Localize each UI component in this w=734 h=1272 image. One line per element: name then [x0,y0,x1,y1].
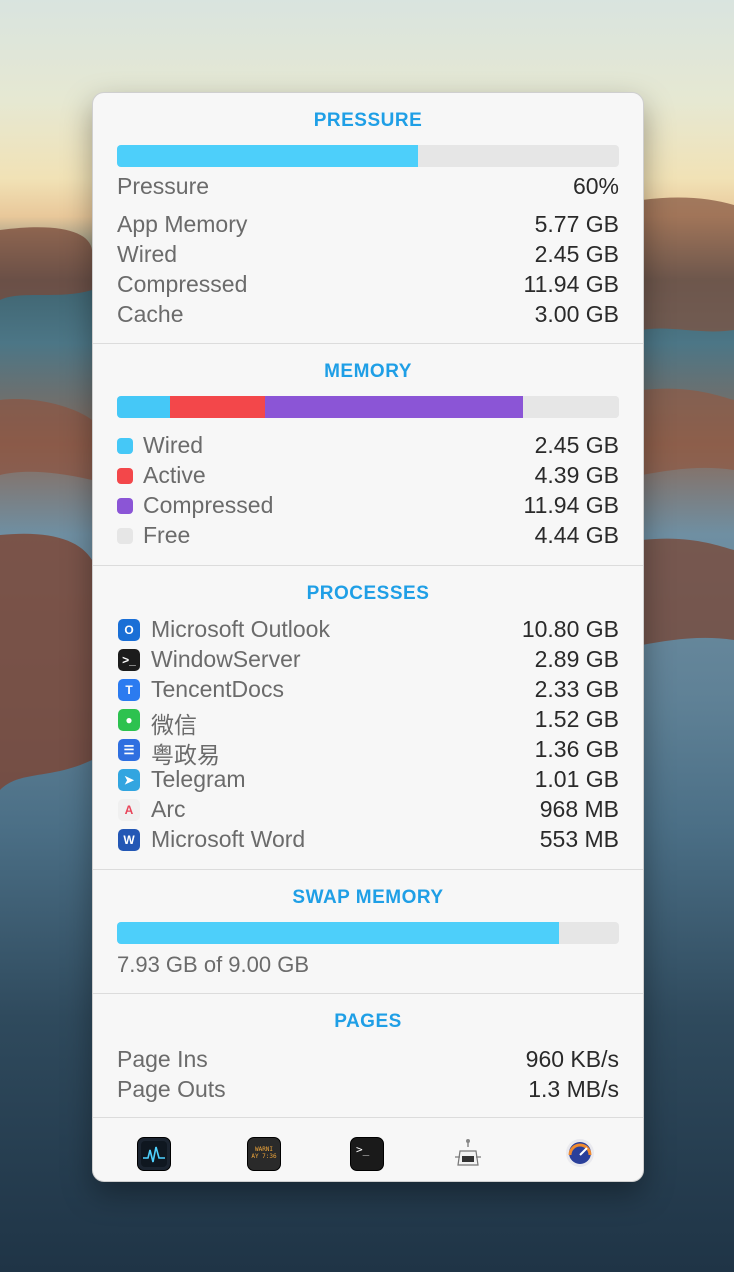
wired-value: 2.45 GB [534,241,619,267]
cache-row: Cache 3.00 GB [117,301,619,331]
page-outs-row: Page Outs 1.3 MB/s [117,1076,619,1106]
legend-value: 11.94 GB [523,492,619,518]
process-row[interactable]: ● 微信 1.52 GB [117,706,619,738]
swap-section: SWAP MEMORY 7.93 GB of 9.00 GB [93,870,643,994]
legend-label: Wired [143,432,204,458]
cache-label: Cache [117,301,184,327]
memory-title: MEMORY [324,361,412,382]
process-memory: 1.52 GB [534,706,619,732]
legend-label: Active [143,462,206,488]
wired-row: Wired 2.45 GB [117,241,619,271]
legend-value: 4.44 GB [534,522,619,548]
process-name: Telegram [151,766,246,792]
process-name: Arc [151,796,186,822]
process-name: TencentDocs [151,676,284,702]
process-memory: 2.33 GB [534,676,619,702]
legend-label: Compressed [143,492,274,518]
swap-bar-fill [117,922,560,944]
terminal-icon[interactable]: >_ [350,1137,384,1171]
pressure-section: PRESSURE Pressure 60% App Memory 5.77 GB… [93,93,643,344]
page-outs-value: 1.3 MB/s [528,1076,619,1102]
memory-section: MEMORY Wired 2.45 GB Active 4.39 GB Comp… [93,344,643,566]
pages-section: PAGES Page Ins 960 KB/s Page Outs 1.3 MB… [93,994,643,1118]
memory-legend-wired: Wired 2.45 GB [117,432,619,462]
yuezhengyi-icon: ☰ [118,739,140,761]
process-memory: 968 MB [539,796,619,822]
legend-label: Free [143,522,191,548]
process-row[interactable]: ☰ 粤政易 1.36 GB [117,736,619,768]
activity-monitor-icon[interactable] [137,1137,171,1171]
pressure-bar [117,145,619,167]
memory-bar-active [169,396,265,418]
pressure-value: 60% [572,173,619,199]
processes-title: PROCESSES [306,583,430,604]
pages-title: PAGES [334,1011,402,1032]
swap-usage-text: 7.93 GB of 9.00 GB [117,952,310,977]
speed-gauge-icon[interactable] [564,1137,596,1169]
memory-bar-free [522,396,619,418]
console-icon-text: WARNI AY 7:36 [251,1146,277,1160]
pressure-title: PRESSURE [313,110,423,131]
memory-legend-free: Free 4.44 GB [117,522,619,552]
page-ins-label: Page Ins [117,1046,208,1072]
process-memory: 2.89 GB [534,646,619,672]
compressed-value: 11.94 GB [523,271,619,297]
memory-bar [117,396,619,418]
swap-title: SWAP MEMORY [292,887,444,908]
pressure-row: Pressure 60% [117,173,619,203]
active-swatch [117,468,133,484]
app-memory-row: App Memory 5.77 GB [117,211,619,241]
legend-value: 2.45 GB [534,432,619,458]
memory-bar-compressed [264,396,523,418]
page-ins-row: Page Ins 960 KB/s [117,1046,619,1076]
process-row[interactable]: >_ WindowServer 2.89 GB [117,646,619,676]
process-name: Microsoft Word [151,826,306,852]
process-row[interactable]: ➤ Telegram 1.01 GB [117,766,619,796]
app-memory-label: App Memory [117,211,248,237]
compressed-row: Compressed 11.94 GB [117,271,619,301]
outlook-icon: O [118,619,140,641]
app-shortcut-bar: WARNI AY 7:36 >_ [93,1117,643,1181]
process-name: 粤政易 [151,742,220,768]
cache-value: 3.00 GB [534,301,619,327]
tencentdocs-icon: T [118,679,140,701]
page-outs-label: Page Outs [117,1076,226,1102]
process-row[interactable]: A Arc 968 MB [117,796,619,826]
system-information-icon[interactable] [451,1137,483,1169]
pressure-label: Pressure [117,173,210,199]
process-memory: 10.80 GB [521,616,619,642]
legend-value: 4.39 GB [534,462,619,488]
process-row[interactable]: T TencentDocs 2.33 GB [117,676,619,706]
process-name: 微信 [151,712,197,738]
swap-bar [117,922,619,944]
process-memory: 1.36 GB [534,736,619,762]
wired-label: Wired [117,241,178,267]
memory-legend-compressed: Compressed 11.94 GB [117,492,619,522]
wechat-icon: ● [118,709,140,731]
process-memory: 1.01 GB [534,766,619,792]
word-icon: W [118,829,140,851]
processes-section: PROCESSES O Microsoft Outlook 10.80 GB >… [93,566,643,870]
wired-swatch [117,438,133,454]
process-name: Microsoft Outlook [151,616,330,642]
app-memory-value: 5.77 GB [534,211,619,237]
memory-bar-wired [117,396,170,418]
process-row[interactable]: W Microsoft Word 553 MB [117,826,619,856]
process-row[interactable]: O Microsoft Outlook 10.80 GB [117,616,619,646]
telegram-icon: ➤ [118,769,140,791]
pressure-bar-fill [117,145,419,167]
memory-stats-panel: PRESSURE Pressure 60% App Memory 5.77 GB… [92,92,644,1182]
page-ins-value: 960 KB/s [525,1046,619,1072]
compressed-label: Compressed [117,271,248,297]
free-swatch [117,528,133,544]
arc-icon: A [118,799,140,821]
terminal-icon: >_ [118,649,140,671]
console-icon[interactable]: WARNI AY 7:36 [247,1137,281,1171]
compressed-swatch [117,498,133,514]
process-memory: 553 MB [539,826,619,852]
memory-legend-active: Active 4.39 GB [117,462,619,492]
process-name: WindowServer [151,646,301,672]
